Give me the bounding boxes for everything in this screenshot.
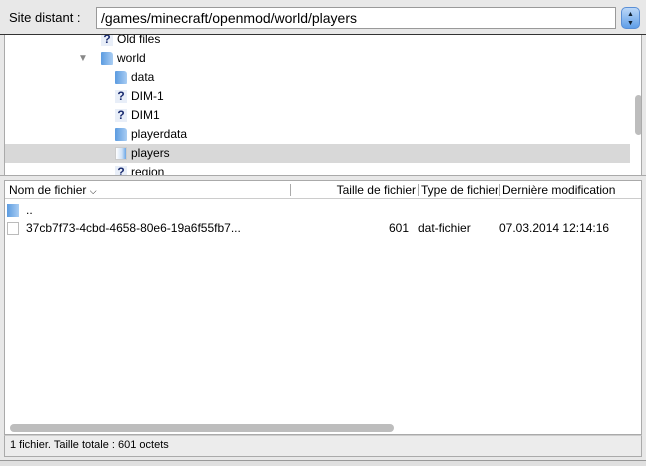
file-modified: [499, 201, 639, 219]
unknown-folder-icon: ?: [101, 35, 113, 46]
remote-path-input[interactable]: /games/minecraft/openmod/world/players: [96, 7, 616, 29]
bottom-border: [0, 460, 646, 466]
column-header-size[interactable]: Taille de fichier: [292, 181, 416, 199]
column-header-modified[interactable]: Dernière modification: [502, 181, 641, 199]
tree-item[interactable]: ? Old files: [5, 35, 630, 49]
chevron-down-icon: ▼: [627, 20, 634, 27]
folder-icon: [101, 52, 113, 65]
unknown-folder-icon: ?: [115, 166, 127, 175]
column-header-type[interactable]: Type de fichier: [421, 181, 498, 199]
file-list-header: Nom de fichier ⌵ Taille de fichier Type …: [5, 181, 641, 199]
status-bar: 1 fichier. Taille totale : 601 octets: [4, 435, 642, 457]
unknown-folder-icon: ?: [115, 90, 127, 103]
folder-icon: [115, 71, 127, 84]
sort-chevron-icon: ⌵: [89, 186, 97, 196]
file-name: ..: [26, 203, 33, 217]
scrollbar-thumb[interactable]: [10, 424, 394, 432]
tree-item[interactable]: ? DIM1: [5, 106, 630, 125]
file-row[interactable]: ..: [5, 201, 641, 219]
remote-site-bar: Site distant : /games/minecraft/openmod/…: [0, 0, 646, 35]
file-modified: 07.03.2014 12:14:16: [499, 221, 610, 235]
scrollbar-thumb[interactable]: [635, 95, 641, 135]
tree-item[interactable]: ? region: [5, 163, 630, 175]
horizontal-scrollbar[interactable]: [9, 423, 637, 433]
tree-item-label: playerdata: [131, 127, 188, 141]
tree-item-label: Old files: [117, 35, 161, 46]
file-icon: [7, 222, 19, 235]
open-folder-icon: [115, 147, 127, 160]
column-header-name[interactable]: Nom de fichier ⌵: [9, 181, 289, 199]
file-size: 601: [388, 221, 409, 235]
disclosure-triangle-icon[interactable]: ▼: [78, 49, 88, 68]
tree-item-label: region: [131, 165, 165, 175]
unknown-folder-icon: ?: [115, 109, 127, 122]
folder-icon: [7, 204, 19, 217]
remote-directory-tree: ? Old files ▼ world data? DIM-1? DIM1 playerdat…: [4, 35, 642, 175]
file-name: 37cb7f73-4cbd-4658-80e6-19a6f55fb7...: [26, 221, 241, 235]
file-type: [418, 201, 498, 219]
file-size: [292, 201, 409, 219]
folder-icon: [115, 128, 127, 141]
tree-item[interactable]: ? DIM-1: [5, 87, 630, 106]
remote-file-list: Nom de fichier ⌵ Taille de fichier Type …: [4, 180, 642, 435]
tree-item[interactable]: playerdata: [5, 125, 630, 144]
tree-item-label: DIM-1: [131, 89, 164, 103]
tree-item-label: data: [131, 70, 155, 84]
vertical-scrollbar[interactable]: [634, 35, 641, 175]
remote-site-label: Site distant :: [9, 10, 81, 25]
file-row[interactable]: 37cb7f73-4cbd-4658-80e6-19a6f55fb7... 60…: [5, 219, 641, 237]
tree-item[interactable]: data: [5, 68, 630, 87]
tree-item-label: DIM1: [131, 108, 160, 122]
path-history-dropdown[interactable]: ▲ ▼: [621, 7, 640, 29]
tree-item[interactable]: ▼ world: [5, 49, 630, 68]
tree-item-label: world: [117, 51, 146, 65]
tree-item-label: players: [131, 146, 170, 160]
tree-item[interactable]: players: [5, 144, 630, 163]
file-type: dat-fichier: [418, 221, 471, 235]
chevron-up-icon: ▲: [627, 11, 634, 18]
